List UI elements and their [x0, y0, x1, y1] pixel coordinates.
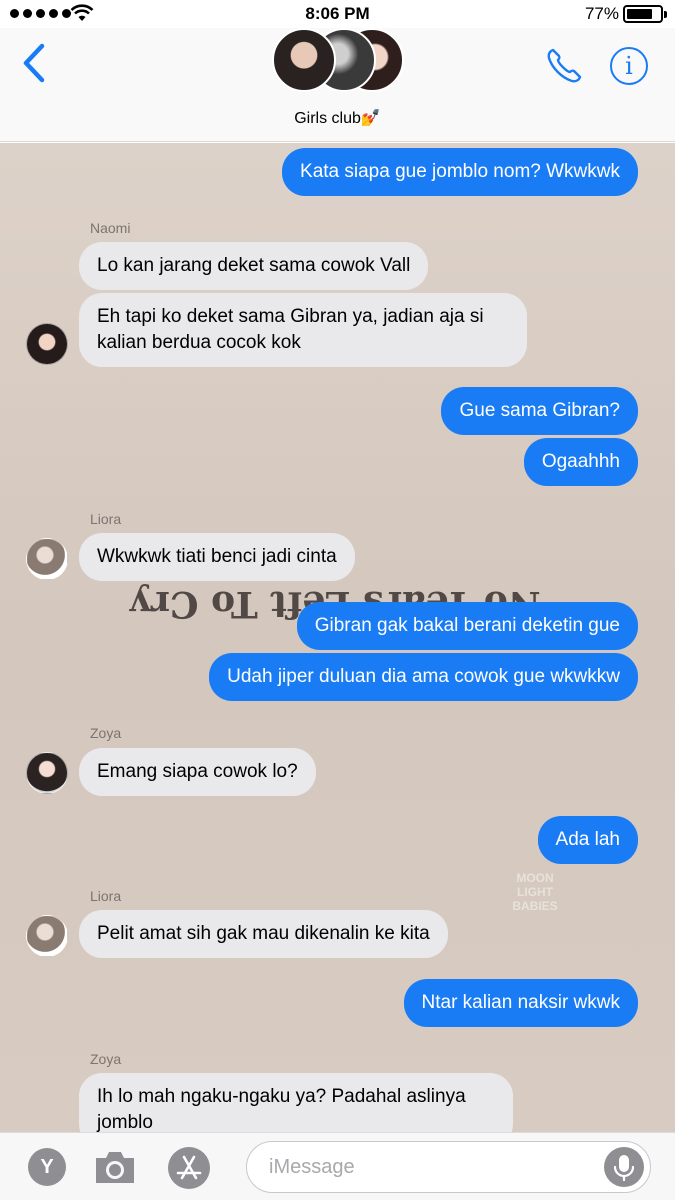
info-icon[interactable]: i	[610, 47, 648, 85]
sender-name: Naomi	[90, 220, 131, 236]
message-input-field[interactable]	[246, 1141, 651, 1193]
app-store-glyph-icon	[176, 1155, 202, 1180]
battery-icon	[623, 5, 667, 23]
avatar[interactable]	[26, 752, 68, 794]
incoming-message[interactable]: Emang siapa cowok lo?	[79, 748, 316, 796]
y-app-icon[interactable]: Y	[28, 1148, 66, 1186]
battery-percent: 77%	[584, 4, 619, 23]
outgoing-message[interactable]: Ogaahhh	[523, 438, 638, 486]
camera-icon[interactable]	[92, 1149, 138, 1185]
message-list[interactable]: No Tears Left To Cry MOON LIGHT BABIES K…	[0, 143, 675, 1132]
phone-icon[interactable]	[544, 46, 584, 86]
wallpaper-small-text: MOON LIGHT BABIES	[512, 871, 558, 913]
outgoing-message[interactable]: Kata siapa gue jomblo nom? Wkwkwk	[282, 148, 638, 196]
avatar[interactable]	[26, 538, 68, 580]
status-time: 8:06 PM	[305, 4, 370, 23]
sender-name: Zoya	[90, 725, 122, 741]
incoming-message[interactable]: Eh tapi ko deket sama Gibran ya, jadian …	[79, 293, 527, 367]
avatar[interactable]	[26, 915, 68, 957]
outgoing-message[interactable]: Udah jiper duluan dia ama cowok gue wkwk…	[209, 653, 638, 701]
incoming-message[interactable]: Ih lo mah ngaku-ngaku ya? Padahal asliny…	[79, 1073, 513, 1132]
outgoing-message[interactable]: Ada lah	[537, 816, 638, 864]
sender-name: Liora	[90, 888, 122, 904]
group-avatars[interactable]	[272, 28, 407, 94]
avatar	[272, 28, 336, 92]
outgoing-message[interactable]: Ntar kalian naksir wkwk	[403, 979, 638, 1027]
sender-name: Zoya	[90, 1051, 122, 1067]
incoming-message[interactable]: Pelit amat sih gak mau dikenalin ke kita	[79, 910, 448, 958]
conversation-header: Girls club💅 i	[0, 28, 675, 142]
group-name[interactable]: Girls club💅	[0, 108, 675, 128]
outgoing-message[interactable]: Gue sama Gibran?	[441, 387, 638, 435]
incoming-message[interactable]: Lo kan jarang deket sama cowok Vall	[79, 242, 429, 290]
microphone-icon[interactable]	[604, 1147, 644, 1187]
outgoing-message[interactable]: Gibran gak bakal berani deketin gue	[296, 602, 638, 650]
message-input[interactable]	[269, 1152, 589, 1182]
app-store-icon[interactable]	[168, 1147, 210, 1189]
chevron-left-icon[interactable]	[18, 42, 52, 84]
compose-bar: Y	[0, 1132, 675, 1200]
avatar[interactable]	[26, 323, 68, 365]
sender-name: Liora	[90, 511, 122, 527]
incoming-message[interactable]: Wkwkwk tiati benci jadi cinta	[79, 533, 355, 581]
status-bar: 8:06 PM 77%	[0, 0, 675, 28]
